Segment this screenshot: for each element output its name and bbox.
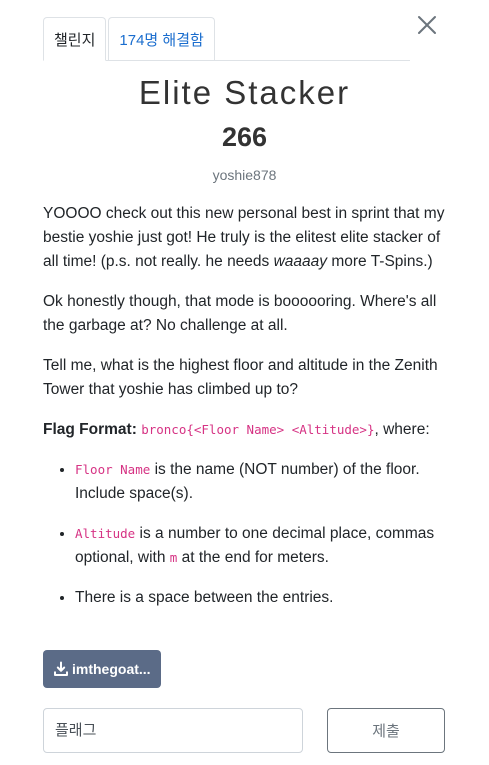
list-item: Altitude is a number to one decimal plac… (75, 522, 448, 570)
rule-code: Floor Name (75, 462, 151, 477)
description-emphasis: waaaay (273, 253, 328, 270)
challenge-description: YOOOO check out this new personal best i… (43, 202, 448, 626)
tab-challenge[interactable]: 챌린지 (43, 17, 107, 61)
file-download-label: imthegoat... (72, 661, 151, 677)
challenge-modal: 챌린지 174명 해결함 Elite Stacker 266 yoshie878… (0, 0, 489, 765)
list-item: Floor Name is the name (NOT number) of t… (75, 458, 448, 506)
flag-format: Flag Format: bronco{<Floor Name> <Altitu… (43, 418, 448, 442)
description-text: more T-Spins.) (327, 253, 433, 270)
flag-format-suffix: , where: (374, 421, 430, 438)
rule-code: Altitude (75, 526, 136, 541)
close-icon[interactable] (414, 12, 440, 38)
file-download-button[interactable]: imthegoat... (43, 650, 161, 688)
rule-text: There is a space between the entries. (75, 589, 334, 606)
format-rules-list: Floor Name is the name (NOT number) of t… (43, 458, 448, 610)
description-paragraph-2: Ok honestly though, that mode is booooor… (43, 293, 437, 334)
challenge-points: 266 (221, 122, 268, 152)
description-paragraph-3: Tell me, what is the highest floor and a… (43, 357, 438, 398)
flag-format-label: Flag Format: (43, 421, 137, 438)
download-icon (54, 661, 68, 676)
tab-challenge-label: 챌린지 (54, 31, 96, 49)
list-item: There is a space between the entries. (75, 586, 448, 610)
challenge-title: Elite Stacker (138, 74, 351, 111)
challenge-author: yoshie878 (212, 167, 277, 183)
tab-solves[interactable]: 174명 해결함 (108, 17, 215, 61)
flag-format-code: bronco{<Floor Name> <Altitude>} (141, 422, 375, 437)
challenge-tabs: 챌린지 174명 해결함 (43, 16, 410, 61)
flag-input[interactable] (43, 708, 303, 753)
tab-solves-label: 174명 해결함 (119, 31, 204, 49)
submit-button[interactable]: 제출 (327, 708, 445, 753)
description-paragraph-1: YOOOO check out this new personal best i… (43, 202, 448, 274)
rule-text: at the end for meters. (177, 549, 329, 566)
